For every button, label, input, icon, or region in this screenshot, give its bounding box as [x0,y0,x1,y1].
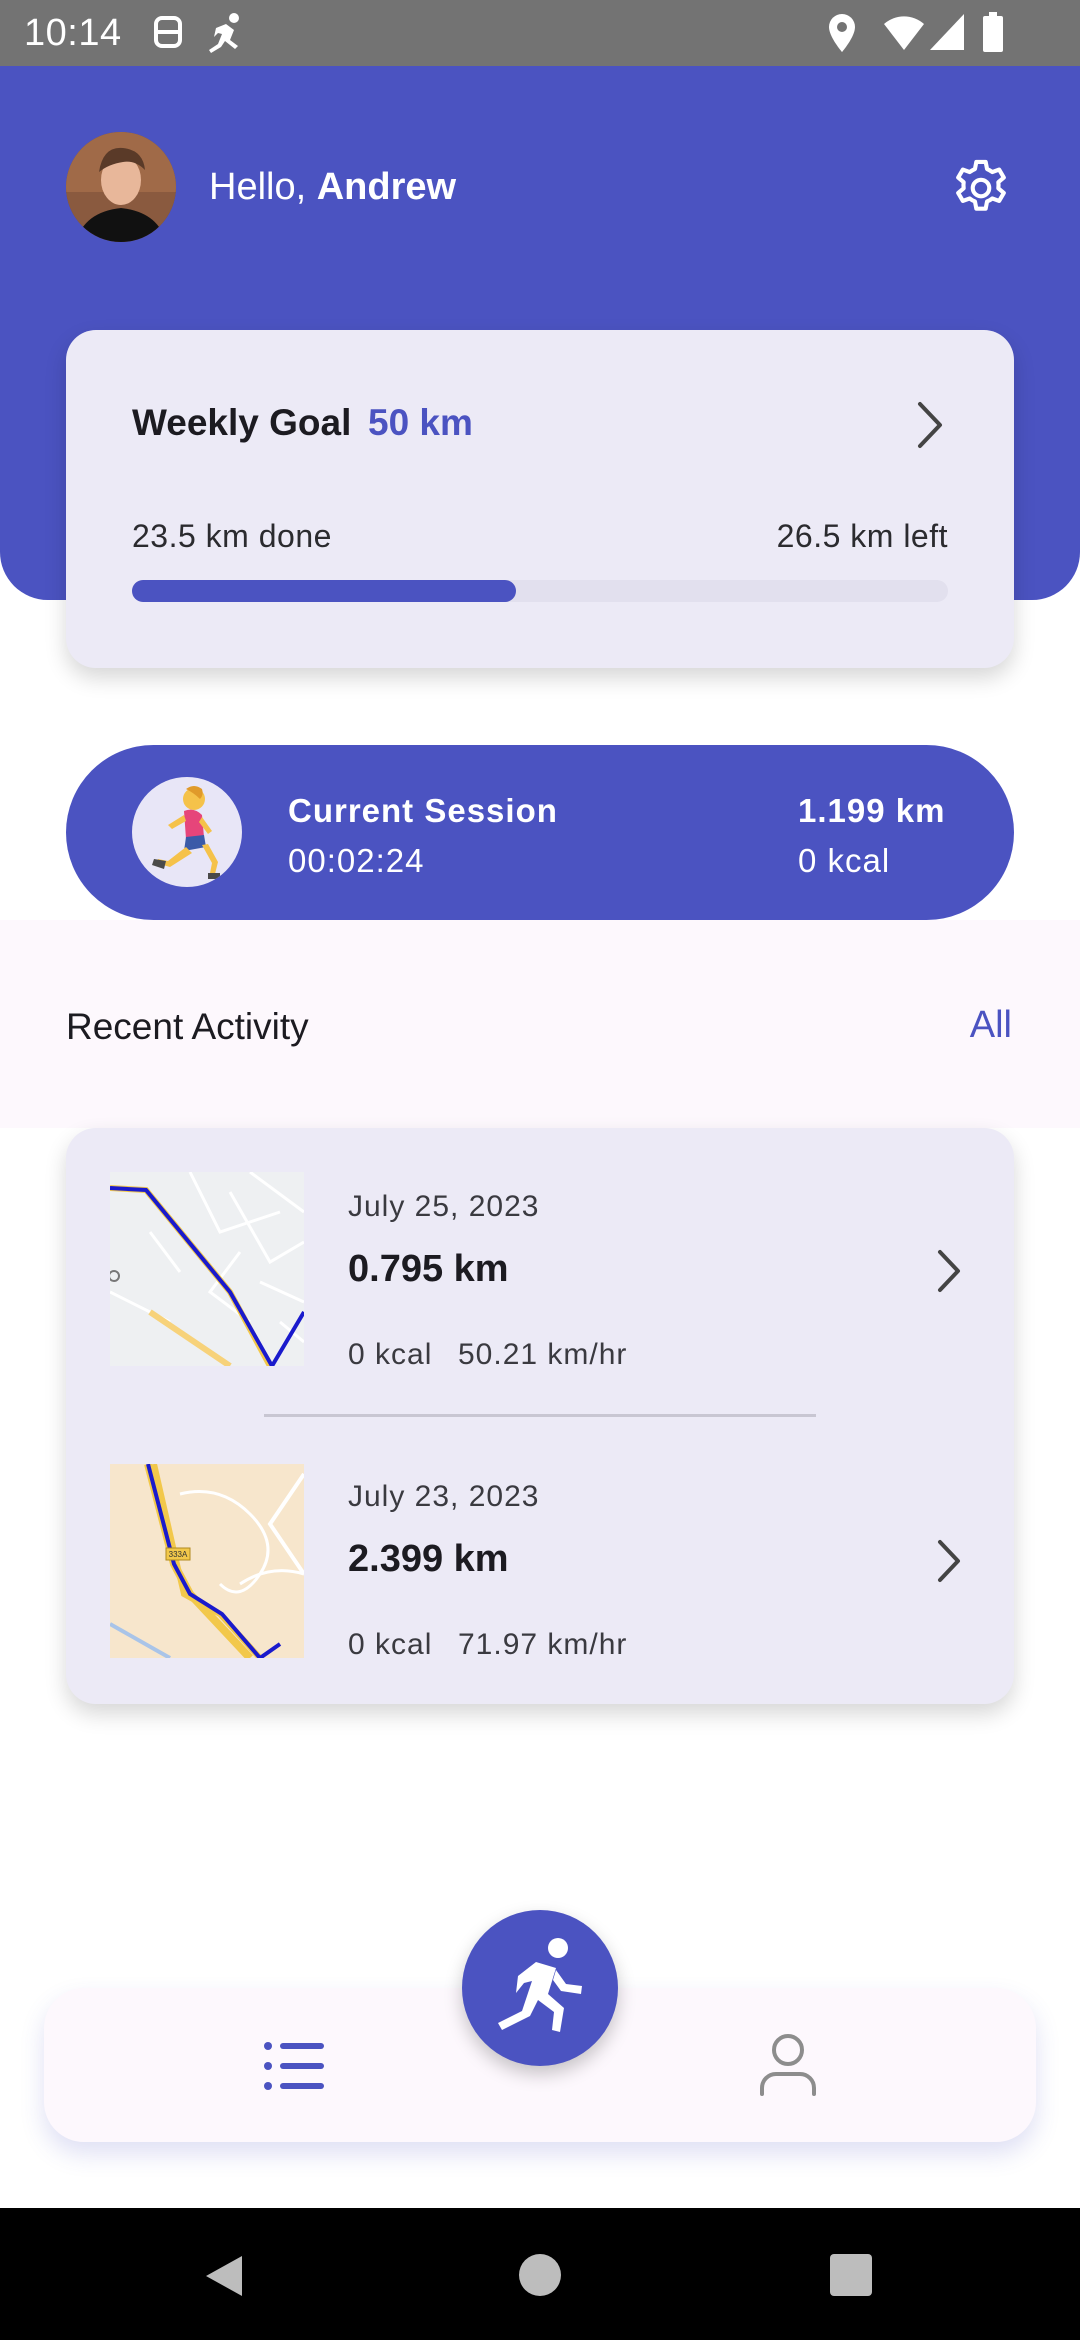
route-label: 333A [169,1550,188,1559]
weekly-goal-card[interactable]: Weekly Goal 50 km 23.5 km done 26.5 km l… [66,330,1014,668]
goal-progress-fill [132,580,516,602]
status-time: 10:14 [24,12,122,54]
recent-activity-title: Recent Activity [66,1006,309,1047]
settings-button[interactable] [948,155,1014,221]
divider [264,1414,816,1417]
system-navigation-bar [0,2208,1080,2340]
home-icon[interactable] [519,2254,561,2296]
activity-calories: 0 kcal [348,1628,433,1661]
activity-item[interactable]: July 25, 2023 0.795 km 0 kcal 50.21 km/h… [66,1128,1014,1388]
activity-calories: 0 kcal [348,1338,433,1371]
signal-icon [928,12,966,57]
see-all-link[interactable]: All [970,1004,1012,1047]
route-map-thumbnail [110,1172,304,1366]
session-title: Current Session [288,792,558,829]
activity-date: July 25, 2023 [348,1190,540,1223]
running-figure-icon [206,12,250,59]
greeting-prefix: Hello, [209,166,317,208]
avatar[interactable] [66,132,176,242]
greeting: Hello, Andrew [209,166,456,209]
activity-list-card: July 25, 2023 0.795 km 0 kcal 50.21 km/h… [66,1128,1014,1704]
woman-running-icon [132,777,242,887]
session-distance: 1.199 km [798,792,946,829]
data-saver-icon [150,12,186,57]
goal-done-text: 23.5 km done [132,518,332,554]
session-calories: 0 kcal [798,842,891,879]
start-run-fab[interactable] [462,1910,618,2066]
nav-profile-button[interactable] [758,2032,818,2098]
weekly-goal-title: Weekly Goal [132,402,352,443]
chevron-right-icon [932,1536,966,1586]
activity-speed: 71.97 km/hr [458,1628,628,1661]
weekly-goal-value: 50 km [368,402,473,443]
goal-progress-bar [132,580,948,602]
session-duration: 00:02:24 [288,842,425,879]
run-icon [498,1938,582,2032]
chevron-right-icon [908,398,952,452]
location-icon [826,12,858,59]
battery-icon [982,12,1004,59]
recents-icon[interactable] [830,2254,872,2296]
goal-left-text: 26.5 km left [776,518,948,554]
route-map-thumbnail: 333A [110,1464,304,1658]
back-icon[interactable] [202,2252,246,2305]
profile-icon [760,2034,816,2096]
current-session-card[interactable]: Current Session 00:02:24 1.199 km 0 kcal [66,745,1014,920]
list-icon [264,2042,324,2090]
status-bar: 10:14 [0,0,1080,66]
chevron-right-icon [932,1246,966,1296]
activity-distance: 0.795 km [348,1248,509,1290]
user-name: Andrew [316,166,457,208]
gear-icon [956,159,1006,211]
activity-speed: 50.21 km/hr [458,1338,628,1371]
wifi-icon [882,12,926,57]
activity-distance: 2.399 km [348,1538,509,1580]
activity-item[interactable]: 333A July 23, 2023 2.399 km 0 kcal 71.97… [66,1418,1014,1678]
nav-list-button[interactable] [262,2038,328,2094]
activity-date: July 23, 2023 [348,1480,540,1513]
